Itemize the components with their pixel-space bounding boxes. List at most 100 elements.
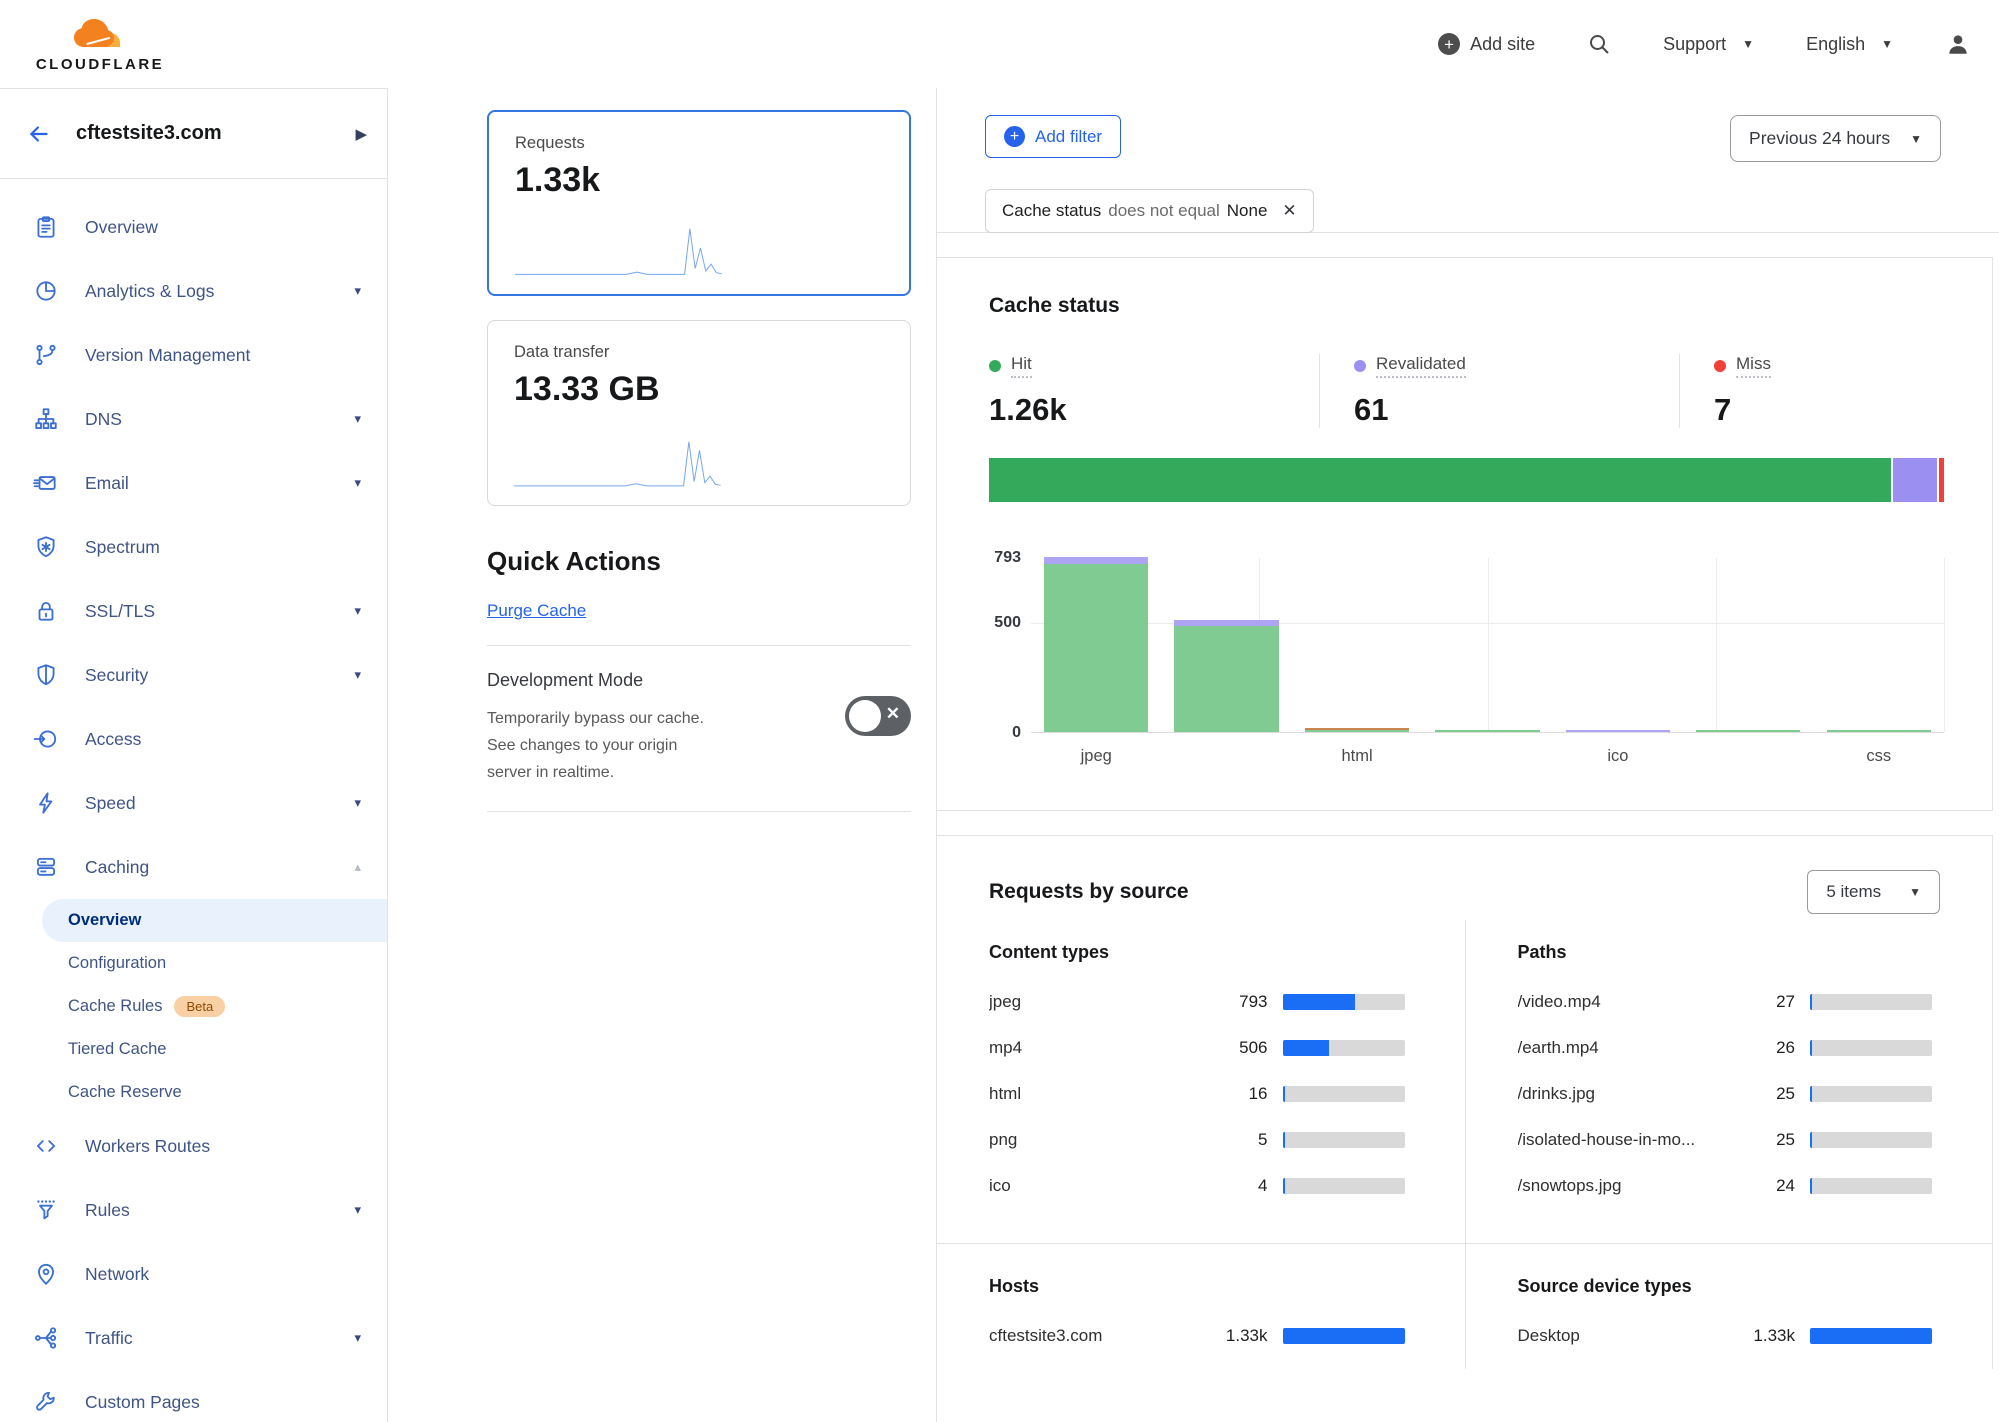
cache-status-stacked-bar [989, 458, 1944, 502]
chevron-down-icon: ▾ [354, 1330, 361, 1346]
sidebar-item-access[interactable]: Access [0, 707, 387, 771]
add-site-label: Add site [1470, 34, 1535, 55]
sidebar-subitem-cache-reserve[interactable]: Cache Reserve [0, 1071, 387, 1114]
site-switcher-caret-icon[interactable]: ▶ [355, 125, 367, 143]
sidebar-subitem-cache-rules[interactable]: Cache RulesBeta [0, 985, 387, 1028]
support-menu[interactable]: Support ▼ [1663, 34, 1754, 55]
sidebar-item-label: Spectrum [85, 537, 361, 558]
legend-label[interactable]: Revalidated [1376, 354, 1466, 378]
source-list-row[interactable]: /video.mp427 [1518, 979, 1933, 1025]
chart-bar-unlabeled[interactable] [1422, 558, 1552, 732]
cloudflare-logo[interactable]: CLOUDFLARE [20, 15, 180, 73]
sidebar-subitem-label: Cache Rules [68, 997, 162, 1016]
source-list-row[interactable]: /earth.mp426 [1518, 1025, 1933, 1071]
bar-segment [1044, 557, 1148, 564]
sidebar-item-label: Access [85, 729, 361, 750]
source-list-row[interactable]: jpeg793 [989, 979, 1405, 1025]
sidebar-item-overview[interactable]: Overview [0, 195, 387, 259]
source-list-row[interactable]: cftestsite3.com1.33k [989, 1313, 1405, 1359]
search-icon[interactable] [1587, 32, 1611, 56]
sidebar-item-ssl-tls[interactable]: SSL/TLS▾ [0, 579, 387, 643]
filter-chip[interactable]: Cache status does not equal None ✕ [985, 189, 1314, 233]
chart-bar-unlabeled[interactable] [1161, 558, 1291, 732]
source-list-row[interactable]: Desktop1.33k [1518, 1313, 1933, 1359]
source-list-row[interactable]: png5 [989, 1117, 1405, 1163]
sidebar-item-email[interactable]: Email▾ [0, 451, 387, 515]
stacked-segment-hit[interactable] [989, 458, 1891, 502]
chart-bar-html[interactable] [1292, 558, 1422, 732]
source-list-row[interactable]: /snowtops.jpg24 [1518, 1163, 1933, 1209]
sidebar-item-network[interactable]: Network [0, 1242, 387, 1306]
row-bar [1810, 1178, 1932, 1194]
sidebar-item-rules[interactable]: Rules▾ [0, 1178, 387, 1242]
source-list-row[interactable]: ico4 [989, 1163, 1405, 1209]
chart-bar-css[interactable] [1814, 558, 1944, 732]
items-count-dropdown[interactable]: 5 items ▼ [1807, 870, 1940, 914]
chart-bar-ico[interactable] [1553, 558, 1683, 732]
add-filter-button[interactable]: + Add filter [985, 115, 1121, 158]
chevron-down-icon: ▾ [354, 603, 361, 619]
sparkline-chart [515, 216, 722, 278]
sidebar-subitem-tiered-cache[interactable]: Tiered Cache [0, 1028, 387, 1071]
sidebar-item-custom-pages[interactable]: Custom Pages [0, 1370, 387, 1422]
sidebar-item-version-management[interactable]: Version Management [0, 323, 387, 387]
chevron-down-icon: ▼ [1910, 132, 1922, 146]
sidebar-item-label: SSL/TLS [85, 601, 354, 622]
language-menu[interactable]: English ▼ [1806, 34, 1893, 55]
chevron-down-icon: ▾ [354, 283, 361, 299]
legend-dot [989, 360, 1001, 372]
legend-label[interactable]: Miss [1736, 354, 1771, 378]
bar-segment [1174, 626, 1278, 732]
add-site-button[interactable]: + Add site [1438, 33, 1535, 55]
chevron-down-icon: ▾ [354, 667, 361, 683]
summary-card-requests[interactable]: Requests1.33k [487, 110, 911, 296]
source-list-paths: Paths/video.mp427/earth.mp426/drinks.jpg… [1465, 920, 1993, 1243]
bar-segment [1305, 730, 1409, 732]
sidebar-item-security[interactable]: Security▾ [0, 643, 387, 707]
source-list-row[interactable]: mp4506 [989, 1025, 1405, 1071]
row-label: ico [989, 1176, 1204, 1196]
chevron-down-icon: ▾ [354, 411, 361, 427]
sidebar-item-speed[interactable]: Speed▾ [0, 771, 387, 835]
chevron-down-icon: ▾ [354, 1202, 361, 1218]
cloudflare-cloud-icon [64, 15, 136, 55]
sidebar-item-dns[interactable]: DNS▾ [0, 387, 387, 451]
source-list-row[interactable]: html16 [989, 1071, 1405, 1117]
sidebar-subitem-label: Overview [68, 911, 141, 930]
sidebar-item-spectrum[interactable]: Spectrum [0, 515, 387, 579]
row-value: 1.33k [1204, 1326, 1268, 1346]
sidebar-subitem-configuration[interactable]: Configuration [0, 942, 387, 985]
purge-cache-link[interactable]: Purge Cache [487, 601, 586, 621]
requests-by-source-title: Requests by source [989, 880, 1189, 904]
x-axis-label: ico [1553, 747, 1683, 766]
stacked-segment-revalidated[interactable] [1893, 458, 1937, 502]
summary-card-data-transfer[interactable]: Data transfer13.33 GB [487, 320, 911, 506]
sidebar-item-label: Version Management [85, 345, 361, 366]
sidebar-item-caching[interactable]: Caching▴ [0, 835, 387, 899]
chart-bar-unlabeled[interactable] [1683, 558, 1813, 732]
stacked-segment-miss[interactable] [1939, 458, 1944, 502]
legend-label[interactable]: Hit [1011, 354, 1032, 378]
row-bar [1283, 1040, 1405, 1056]
row-value: 4 [1204, 1176, 1268, 1196]
user-icon[interactable] [1945, 31, 1971, 57]
time-range-dropdown[interactable]: Previous 24 hours ▼ [1730, 115, 1941, 162]
envelope-icon [33, 470, 59, 496]
source-list-row[interactable]: /isolated-house-in-mo...25 [1518, 1117, 1933, 1163]
sidebar-item-analytics-logs[interactable]: Analytics & Logs▾ [0, 259, 387, 323]
support-label: Support [1663, 34, 1726, 55]
sidebar-item-traffic[interactable]: Traffic▾ [0, 1306, 387, 1370]
remove-filter-icon[interactable]: ✕ [1282, 201, 1296, 221]
chevron-up-icon: ▴ [354, 859, 361, 875]
source-list-row[interactable]: /drinks.jpg25 [1518, 1071, 1933, 1117]
development-mode-toggle[interactable]: ✕ [845, 696, 911, 736]
chevron-down-icon: ▼ [1881, 37, 1893, 51]
back-arrow-icon[interactable] [26, 121, 52, 147]
x-axis-label: css [1814, 747, 1944, 766]
row-value: 1.33k [1731, 1326, 1795, 1346]
source-list-title: Hosts [989, 1276, 1405, 1297]
sidebar-item-label: Security [85, 665, 354, 686]
chart-bar-jpeg[interactable] [1031, 558, 1161, 732]
sidebar-subitem-overview[interactable]: Overview [42, 899, 387, 942]
sidebar-item-workers-routes[interactable]: Workers Routes [0, 1114, 387, 1178]
